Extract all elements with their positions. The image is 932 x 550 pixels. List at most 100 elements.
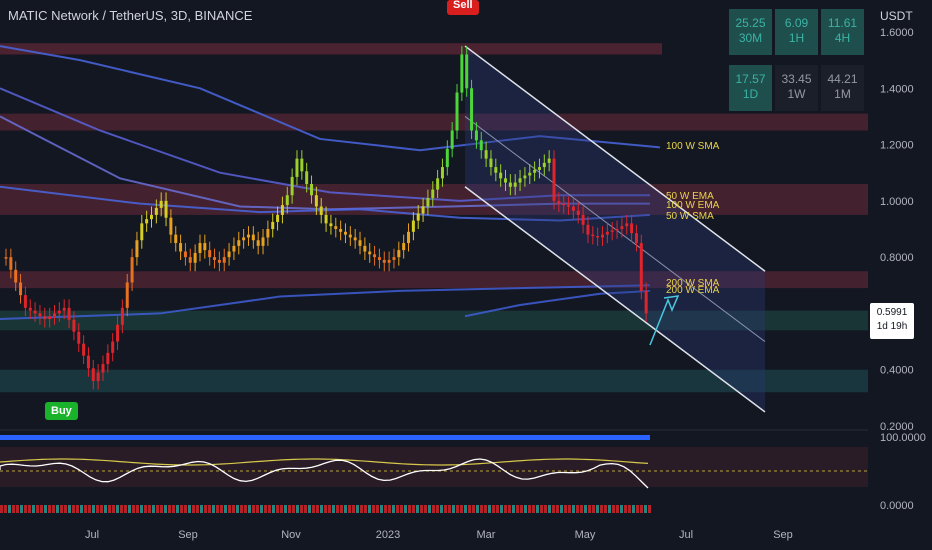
candle-body bbox=[552, 158, 556, 201]
histogram-bar bbox=[184, 505, 187, 513]
histogram-bar bbox=[284, 505, 287, 513]
histogram-bar bbox=[204, 505, 207, 513]
candle-body bbox=[9, 257, 13, 270]
candle-body bbox=[217, 259, 221, 263]
histogram-bar bbox=[264, 505, 267, 513]
histogram-bar bbox=[528, 505, 531, 513]
x-tick-label: May bbox=[575, 529, 596, 541]
candle-body bbox=[23, 295, 27, 308]
candle-body bbox=[644, 290, 648, 314]
histogram-bar bbox=[584, 505, 587, 513]
rsi-value: 6.09 bbox=[784, 16, 809, 30]
candle-body bbox=[358, 240, 362, 246]
candle-body bbox=[562, 203, 566, 206]
histogram-bar bbox=[296, 505, 299, 513]
x-tick-label: Sep bbox=[178, 529, 198, 541]
candle-body bbox=[130, 257, 134, 283]
histogram-bar bbox=[116, 505, 119, 513]
candle-body bbox=[19, 282, 23, 296]
candle-body bbox=[33, 310, 37, 314]
candle-body bbox=[499, 172, 503, 179]
histogram-bar bbox=[272, 505, 275, 513]
rsi-timeframe: 1W bbox=[787, 87, 806, 101]
buy-signal: Buy bbox=[45, 402, 78, 420]
rsi-cell-30m: 25.25 30M bbox=[729, 9, 772, 55]
candle-body bbox=[135, 240, 139, 258]
axis-unit: USDT bbox=[880, 9, 913, 23]
histogram-bar bbox=[516, 505, 519, 513]
candle-body bbox=[634, 233, 638, 244]
candle-body bbox=[470, 88, 474, 131]
histogram-bar bbox=[592, 505, 595, 513]
histogram-bar bbox=[364, 505, 367, 513]
histogram-bar bbox=[4, 505, 7, 513]
zone-band bbox=[0, 43, 662, 55]
candle-body bbox=[567, 205, 571, 207]
histogram-bar bbox=[300, 505, 303, 513]
candle-body bbox=[285, 195, 289, 206]
candle-body bbox=[363, 245, 367, 252]
histogram-bar bbox=[28, 505, 31, 513]
candle-body bbox=[198, 243, 202, 253]
histogram-bar bbox=[432, 505, 435, 513]
histogram-bar bbox=[620, 505, 623, 513]
histogram-bar bbox=[376, 505, 379, 513]
histogram-bar bbox=[488, 505, 491, 513]
candle-body bbox=[329, 223, 333, 227]
candle-body bbox=[246, 234, 250, 238]
histogram-bar bbox=[424, 505, 427, 513]
histogram-bar bbox=[260, 505, 263, 513]
candle-body bbox=[300, 158, 304, 172]
histogram-bar bbox=[252, 505, 255, 513]
histogram-bar bbox=[24, 505, 27, 513]
histogram-bar bbox=[68, 505, 71, 513]
candle-body bbox=[615, 229, 619, 231]
rsi-timeframe: 30M bbox=[738, 31, 763, 45]
histogram-bar bbox=[212, 505, 215, 513]
rsi-timeframe: 1M bbox=[834, 87, 851, 101]
candle-body bbox=[601, 234, 605, 238]
candle-body bbox=[164, 200, 168, 218]
histogram-bar bbox=[144, 505, 147, 513]
histogram-bar bbox=[16, 505, 19, 513]
last-price: 0.5991 bbox=[876, 307, 908, 318]
candle-body bbox=[382, 259, 386, 263]
histogram-bar bbox=[448, 505, 451, 513]
rsi-value: 25.25 bbox=[735, 16, 766, 30]
candle-body bbox=[508, 182, 512, 187]
histogram-bar bbox=[244, 505, 247, 513]
candle-body bbox=[251, 234, 255, 241]
candle-body bbox=[96, 372, 100, 381]
histogram-bar bbox=[520, 505, 523, 513]
candle-body bbox=[77, 331, 81, 344]
candle-body bbox=[193, 252, 197, 263]
histogram-bar bbox=[168, 505, 171, 513]
candle-body bbox=[314, 195, 318, 207]
histogram-bar bbox=[216, 505, 219, 513]
histogram-bar bbox=[104, 505, 107, 513]
candle-body bbox=[319, 206, 323, 215]
rsi-timeframe: 1H bbox=[788, 31, 805, 45]
rsi-value: 33.45 bbox=[781, 72, 812, 86]
histogram-bar bbox=[444, 505, 447, 513]
histogram-bar bbox=[268, 505, 271, 513]
histogram-bar bbox=[384, 505, 387, 513]
histogram-bar bbox=[588, 505, 591, 513]
bar-countdown: 1d 19h bbox=[876, 321, 908, 332]
y-tick-label: 1.2000 bbox=[880, 140, 914, 152]
histogram-bar bbox=[84, 505, 87, 513]
candle-body bbox=[533, 169, 537, 173]
rsi-cell-1m: 44.21 1M bbox=[821, 65, 864, 111]
candle-body bbox=[494, 167, 498, 173]
histogram-bar bbox=[524, 505, 527, 513]
histogram-bar bbox=[600, 505, 603, 513]
histogram-bar bbox=[80, 505, 83, 513]
histogram-bar bbox=[532, 505, 535, 513]
y-tick-label: 1.6000 bbox=[880, 27, 914, 39]
histogram-bar bbox=[492, 505, 495, 513]
histogram-bar bbox=[416, 505, 419, 513]
candle-body bbox=[542, 162, 546, 168]
histogram-bar bbox=[556, 505, 559, 513]
histogram-bar bbox=[548, 505, 551, 513]
histogram-bar bbox=[232, 505, 235, 513]
